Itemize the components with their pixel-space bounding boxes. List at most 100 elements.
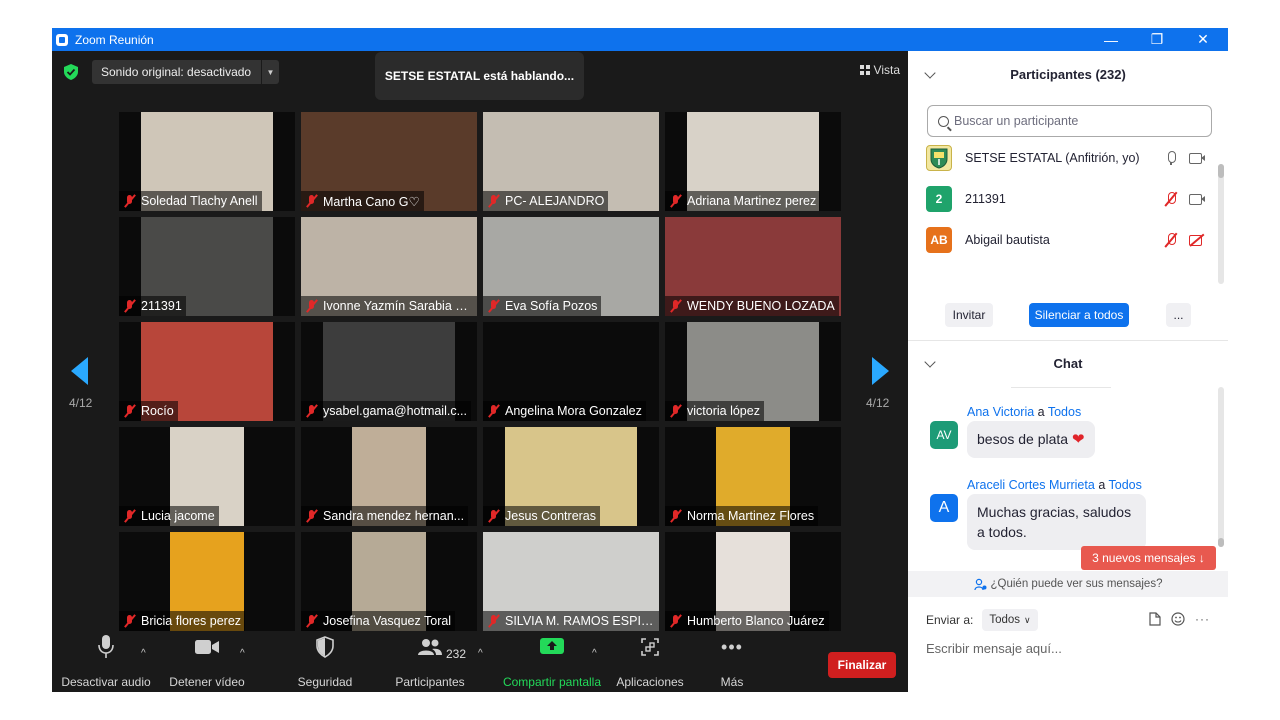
- video-tile[interactable]: Angelina Mora Gonzalez: [483, 322, 659, 421]
- audio-options-caret-icon[interactable]: ^: [141, 648, 146, 659]
- more-options-icon[interactable]: ···: [1195, 612, 1210, 626]
- chevron-down-icon[interactable]: ▼: [261, 60, 279, 84]
- microphone-icon: [98, 635, 114, 658]
- video-camera-icon[interactable]: [1188, 150, 1206, 166]
- participant-list-name: Abigail bautista: [965, 233, 1050, 247]
- video-tile[interactable]: Jesus Contreras: [483, 427, 659, 526]
- video-tile[interactable]: Eva Sofía Pozos: [483, 217, 659, 316]
- video-tile[interactable]: Humberto Blanco Juárez: [665, 532, 841, 631]
- mute-all-button[interactable]: Silenciar a todos: [1029, 303, 1129, 327]
- participant-name: Jesus Contreras: [505, 509, 597, 523]
- video-tile[interactable]: Sandra mendez hernan...: [301, 427, 477, 526]
- muted-microphone-icon: [487, 509, 501, 523]
- video-tile[interactable]: Adriana Martinez perez: [665, 112, 841, 211]
- participant-name-tag: Soledad Tlachy Anell: [119, 191, 262, 211]
- previous-page-arrow-icon[interactable]: [71, 357, 88, 385]
- muted-microphone-icon: [487, 614, 501, 628]
- participant-name: Humberto Blanco Juárez: [687, 614, 825, 628]
- participant-name-tag: Josefina Vasquez Toral: [301, 611, 456, 631]
- video-tile[interactable]: Norma Martinez Flores: [665, 427, 841, 526]
- participant-search-input[interactable]: Buscar un participante: [927, 105, 1212, 137]
- security-shield-icon: [316, 636, 334, 658]
- participants-more-button[interactable]: ...: [1166, 303, 1191, 327]
- share-options-caret-icon[interactable]: ^: [592, 648, 597, 659]
- video-tile[interactable]: Martha Cano G♡: [301, 112, 477, 211]
- participant-name: Eva Sofía Pozos: [505, 299, 598, 313]
- participant-name: Rocío: [141, 404, 174, 418]
- collapse-chat-chevron-icon[interactable]: [924, 356, 936, 368]
- original-sound-button[interactable]: Sonido original: desactivado ▼: [92, 60, 279, 84]
- chat-recipient[interactable]: Todos: [1109, 478, 1142, 492]
- chat-to-word: a: [1037, 405, 1045, 419]
- participant-row[interactable]: AB Abigail bautista: [926, 225, 1206, 255]
- participant-row[interactable]: SETSE ESTATAL (Anfitrión, yo): [926, 143, 1206, 173]
- video-tile[interactable]: Bricia flores perez: [119, 532, 295, 631]
- participant-name-tag: WENDY BUENO LOZADA: [665, 296, 839, 316]
- chat-recipient[interactable]: Todos: [1048, 405, 1081, 419]
- participants-label: Participantes: [395, 675, 465, 689]
- video-tile[interactable]: victoria lópez: [665, 322, 841, 421]
- stop-video-button[interactable]: Detener vídeo: [164, 631, 250, 692]
- video-tile[interactable]: PC- ALEJANDRO: [483, 112, 659, 211]
- participant-list-name: SETSE ESTATAL (Anfitrión, yo): [965, 151, 1140, 165]
- apps-button[interactable]: Aplicaciones: [612, 631, 688, 692]
- participant-row[interactable]: 2 211391: [926, 184, 1206, 214]
- muted-microphone-icon[interactable]: [1162, 232, 1180, 248]
- chat-message-header: Ana Victoria a Todos: [967, 405, 1081, 419]
- microphone-icon[interactable]: [1162, 150, 1180, 166]
- more-button[interactable]: ••• Más: [712, 631, 752, 692]
- active-speaker-banner: SETSE ESTATAL está hablando...: [375, 52, 584, 100]
- collapse-participants-chevron-icon[interactable]: [924, 67, 936, 79]
- participants-button[interactable]: Participantes: [392, 631, 468, 692]
- video-tile[interactable]: Lucia jacome: [119, 427, 295, 526]
- participant-name: Soledad Tlachy Anell: [141, 194, 258, 208]
- chat-sender[interactable]: Araceli Cortes Murrieta: [967, 478, 1095, 492]
- who-can-see-link[interactable]: ¿Quién puede ver sus mensajes?: [908, 571, 1228, 597]
- participants-options-caret-icon[interactable]: ^: [478, 648, 483, 659]
- video-tile[interactable]: Josefina Vasquez Toral: [301, 532, 477, 631]
- participants-header: Participantes (232): [908, 51, 1228, 97]
- page-indicator-left: 4/12: [69, 396, 93, 410]
- video-tile[interactable]: SILVIA M. RAMOS ESPIN...: [483, 532, 659, 631]
- minimize-button[interactable]: —: [1088, 28, 1134, 51]
- file-icon[interactable]: [1149, 612, 1161, 626]
- video-tile[interactable]: WENDY BUENO LOZADA: [665, 217, 841, 316]
- video-tile[interactable]: ysabel.gama@hotmail.c...: [301, 322, 477, 421]
- video-tile[interactable]: 211391: [119, 217, 295, 316]
- participant-name-tag: Humberto Blanco Juárez: [665, 611, 829, 631]
- participants-scrollbar[interactable]: [1218, 164, 1224, 284]
- avatar: 2: [926, 186, 952, 212]
- video-tile[interactable]: Rocío: [119, 322, 295, 421]
- who-can-see-label: ¿Quién puede ver sus mensajes?: [990, 578, 1163, 590]
- share-screen-button[interactable]: Compartir pantalla: [498, 631, 606, 692]
- chat-message-text: Muchas gracias, saludos: [977, 504, 1132, 520]
- restore-button[interactable]: ❐: [1134, 28, 1180, 51]
- video-camera-icon[interactable]: [1188, 191, 1206, 207]
- video-tile[interactable]: Ivonne Yazmín Sarabia R...: [301, 217, 477, 316]
- emoji-icon[interactable]: [1171, 612, 1185, 626]
- chat-message-input[interactable]: Escribir mensaje aquí...: [926, 641, 1062, 656]
- new-messages-button[interactable]: 3 nuevos mensajes ↓: [1081, 546, 1216, 570]
- page-indicator-right: 4/12: [866, 396, 890, 410]
- video-off-icon[interactable]: [1188, 232, 1206, 248]
- close-button[interactable]: ✕: [1180, 28, 1226, 51]
- muted-microphone-icon[interactable]: [1162, 191, 1180, 207]
- invite-button[interactable]: Invitar: [945, 303, 993, 327]
- mute-audio-button[interactable]: Desactivar audio: [61, 631, 151, 692]
- security-button[interactable]: Seguridad: [290, 631, 360, 692]
- chat-scrollbar[interactable]: [1218, 387, 1224, 547]
- encryption-shield-icon[interactable]: [64, 64, 78, 80]
- view-button[interactable]: Vista: [859, 63, 900, 77]
- composer-actions: ···: [1149, 612, 1210, 626]
- chat-sender[interactable]: Ana Victoria: [967, 405, 1034, 419]
- chat-scroll-thumb[interactable]: [1218, 538, 1224, 547]
- video-tile[interactable]: Soledad Tlachy Anell: [119, 112, 295, 211]
- participants-scroll-thumb[interactable]: [1218, 164, 1224, 178]
- muted-microphone-icon: [487, 404, 501, 418]
- participant-name: Angelina Mora Gonzalez: [505, 404, 642, 418]
- recipient-select[interactable]: Todos ∨: [982, 609, 1038, 631]
- video-options-caret-icon[interactable]: ^: [240, 648, 245, 659]
- next-page-arrow-icon[interactable]: [872, 357, 889, 385]
- muted-microphone-icon: [305, 299, 319, 313]
- end-meeting-button[interactable]: Finalizar: [828, 652, 896, 678]
